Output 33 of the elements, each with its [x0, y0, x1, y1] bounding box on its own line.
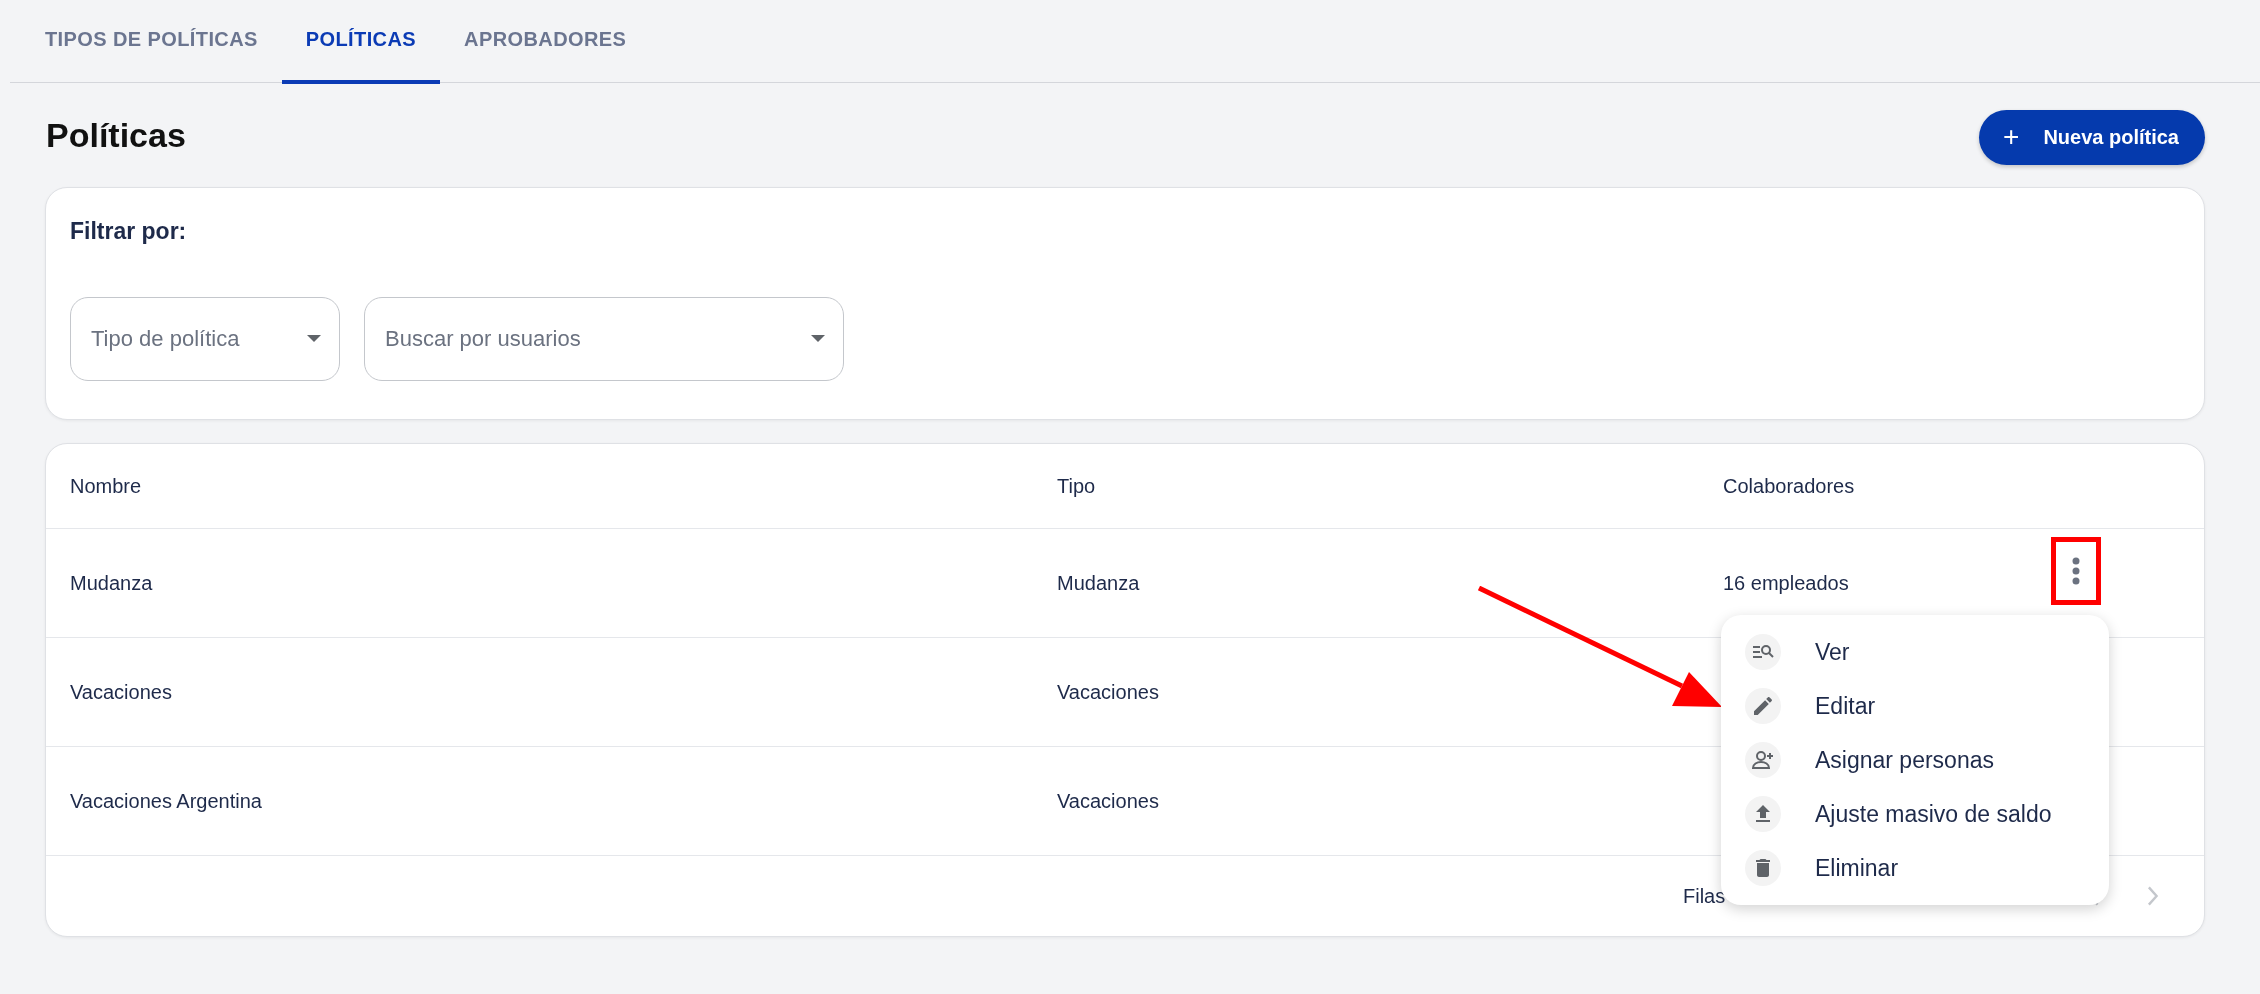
- menu-item-icon: [1745, 742, 1781, 778]
- table-cell-text: Vacaciones: [70, 680, 173, 704]
- menu-item[interactable]: Editar: [1815, 692, 1876, 720]
- menu-item[interactable]: Ajuste masivo de saldo: [1815, 800, 2052, 828]
- more-options-icon[interactable]: [2071, 556, 2081, 586]
- highlight-frame: [2051, 537, 2101, 605]
- column-header: Colaboradores: [1723, 474, 1856, 498]
- rows-per-page-label: Filas: [1683, 884, 1727, 908]
- tab[interactable]: POLÍTICAS: [281, 0, 441, 84]
- menu-item[interactable]: Ver: [1815, 638, 1850, 666]
- table-cell-text: Mudanza: [70, 571, 154, 595]
- page-title: Políticas: [46, 115, 186, 155]
- table-cell-text: Vacaciones: [1057, 789, 1160, 813]
- menu-item-icon: [1745, 634, 1781, 670]
- select-field[interactable]: Tipo de política: [70, 297, 340, 381]
- dropdown-caret-icon[interactable]: [307, 335, 321, 343]
- table-cell-text: Mudanza: [1057, 571, 1141, 595]
- table-cell-text: Vacaciones: [1057, 680, 1160, 704]
- menu-item-icon: [1745, 796, 1781, 832]
- menu-item[interactable]: Asignar personas: [1815, 746, 1994, 774]
- select-field[interactable]: Buscar por usuarios: [364, 297, 844, 381]
- column-header: Tipo: [1057, 474, 1097, 498]
- menu-item-icon: [1745, 850, 1781, 886]
- tab[interactable]: TIPOS DE POLÍTICAS: [21, 0, 282, 84]
- column-header: Nombre: [70, 474, 143, 498]
- table-cell-text: 16 empleados: [1723, 571, 1850, 595]
- filter-title: Filtrar por:: [70, 218, 188, 245]
- dropdown-caret-icon[interactable]: [811, 335, 825, 343]
- tab[interactable]: APROBADORES: [440, 0, 651, 84]
- new-policy-button[interactable]: + Nueva política: [1979, 109, 2205, 165]
- menu-item-icon: [1745, 688, 1781, 724]
- table-cell-text: Vacaciones Argentina: [70, 789, 263, 813]
- menu-item[interactable]: Eliminar: [1815, 854, 1899, 882]
